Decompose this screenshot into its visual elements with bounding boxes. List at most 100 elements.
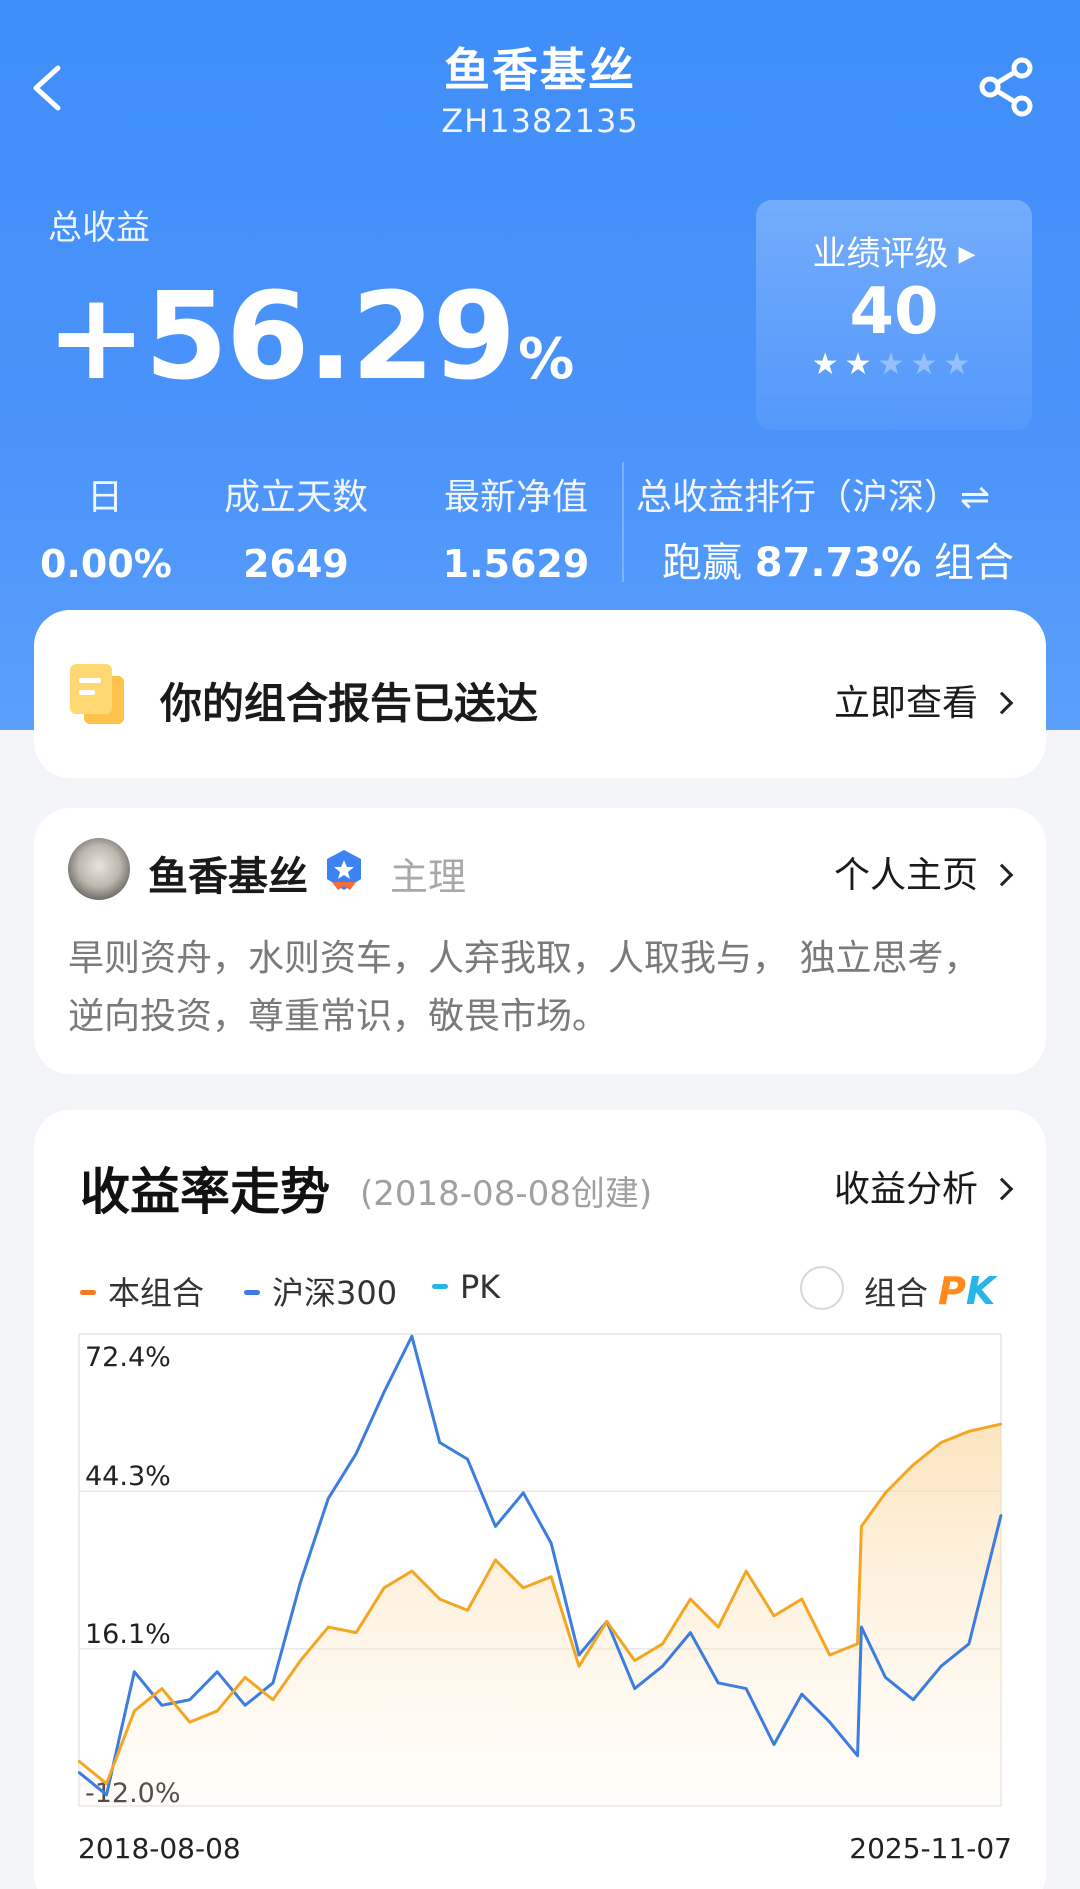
portfolio-point	[466, 1609, 469, 1612]
index-point	[577, 1653, 581, 1657]
portfolio-point	[689, 1597, 692, 1601]
portfolio-point	[410, 1569, 414, 1573]
report-document-icon	[70, 664, 124, 724]
portfolio-point	[160, 1687, 164, 1690]
rating-value: 40	[849, 275, 939, 349]
portfolio-point	[271, 1698, 275, 1701]
index-point	[744, 1687, 748, 1690]
stat-days: 成立天数 2649	[206, 468, 386, 586]
rank-percent: 87.73%	[754, 540, 922, 586]
portfolio-point	[856, 1642, 859, 1646]
portfolio-point	[661, 1642, 664, 1646]
rating-label-row: 业绩评级 ▶	[756, 226, 1032, 275]
star-empty-icon: ★	[877, 347, 911, 383]
star-filled-icon: ★	[811, 347, 845, 383]
portfolio-point	[216, 1709, 219, 1713]
portfolio-point	[299, 1659, 302, 1662]
stat-nav-value: 1.5629	[442, 542, 590, 586]
y-tick-label: 16.1%	[85, 1619, 171, 1650]
index-point	[105, 1793, 108, 1797]
portfolio-point	[438, 1597, 441, 1601]
report-message: 你的组合报告已送达	[160, 679, 539, 728]
rating-label: 业绩评级	[812, 234, 949, 274]
portfolio-point	[999, 1422, 1003, 1426]
portfolio-point	[188, 1720, 191, 1724]
stat-day-label: 日	[86, 477, 123, 518]
index-point	[661, 1664, 664, 1668]
stat-nav-label: 最新净值	[443, 477, 588, 518]
portfolio-point	[382, 1586, 386, 1590]
index-point	[271, 1681, 275, 1685]
manager-role: 主理	[390, 855, 467, 899]
index-point	[772, 1743, 776, 1746]
portfolio-point	[605, 1620, 609, 1623]
index-point	[327, 1497, 330, 1500]
manager-name: 鱼香基丝	[148, 854, 308, 900]
index-point	[160, 1704, 164, 1707]
portfolio-point	[105, 1782, 108, 1785]
personal-homepage-link[interactable]: 个人主页	[833, 846, 1014, 898]
report-banner[interactable]: 你的组合报告已送达 立即查看	[34, 610, 1046, 778]
portfolio-point	[577, 1664, 581, 1668]
view-report-label: 立即查看	[833, 683, 978, 724]
index-point	[800, 1692, 804, 1696]
view-report-link[interactable]: 立即查看	[833, 674, 1014, 726]
index-point	[860, 1625, 863, 1629]
rank-suffix: 组合	[934, 540, 1015, 586]
index-point	[354, 1452, 358, 1455]
portfolio-point	[860, 1525, 863, 1528]
personal-homepage-label: 个人主页	[833, 855, 978, 896]
portfolio-point	[772, 1614, 776, 1618]
index-point	[828, 1720, 831, 1724]
index-point	[438, 1441, 441, 1444]
portfolio-point	[828, 1653, 831, 1657]
share-icon[interactable]	[972, 52, 1042, 122]
star-empty-icon: ★	[943, 347, 977, 383]
index-point	[549, 1541, 553, 1545]
portfolio-point	[717, 1625, 720, 1629]
index-point	[689, 1631, 692, 1634]
total-return-unit: %	[518, 327, 574, 392]
portfolio-point	[939, 1441, 943, 1444]
stat-days-label: 成立天数	[223, 477, 368, 518]
index-point	[967, 1642, 971, 1646]
portfolio-point	[243, 1676, 247, 1679]
index-point	[494, 1525, 497, 1528]
chevron-right-icon	[990, 863, 1014, 887]
index-point	[188, 1698, 191, 1701]
index-point	[466, 1458, 469, 1461]
portfolio-point	[633, 1659, 636, 1662]
portfolio-point	[744, 1569, 748, 1573]
rank-label[interactable]: 总收益排行（沪深）⇌	[636, 468, 990, 520]
stat-day-value: 0.00%	[40, 542, 172, 586]
portfolio-point	[884, 1491, 887, 1495]
index-point	[633, 1687, 636, 1690]
index-point	[216, 1670, 219, 1673]
index-point	[856, 1754, 859, 1757]
stat-divider	[622, 462, 624, 582]
return-trend-chart[interactable]: 72.4%44.3%16.1%-12.0%	[34, 1110, 1046, 1830]
avatar[interactable]	[68, 838, 130, 900]
manager-bio: 旱则资舟，水则资车，人弃我取，人取我与， 独立思考，逆向投资，尊重常识，敬畏市场…	[68, 938, 980, 1037]
y-tick-label: 44.3%	[85, 1461, 171, 1492]
index-point	[133, 1670, 136, 1673]
stat-nav: 最新净值 1.5629	[426, 468, 606, 586]
x-axis-end-label: 2025-11-07	[849, 1832, 1012, 1865]
index-point	[939, 1664, 943, 1668]
portfolio-point	[967, 1430, 971, 1433]
portfolio-point	[549, 1575, 553, 1578]
portfolio-point	[494, 1558, 497, 1562]
y-tick-label: 72.4%	[85, 1342, 171, 1373]
verified-badge-icon	[327, 850, 361, 890]
portfolio-point	[800, 1597, 804, 1601]
total-return-value: +56.29%	[46, 278, 574, 398]
manager-profile-card: 鱼香基丝 主理 个人主页 旱则资舟，水则资车，人弃我取，人取我与， 独立思考，逆…	[34, 808, 1046, 1074]
portfolio-point	[327, 1625, 330, 1629]
stat-days-value: 2649	[243, 542, 349, 586]
portfolio-point	[522, 1586, 525, 1590]
portfolio-point	[133, 1709, 136, 1713]
portfolio-point	[354, 1631, 358, 1634]
index-point	[243, 1704, 247, 1707]
performance-rating-card[interactable]: 业绩评级 ▶ 40 ★★★★★	[756, 200, 1032, 430]
rank-prefix: 跑赢	[662, 540, 742, 586]
